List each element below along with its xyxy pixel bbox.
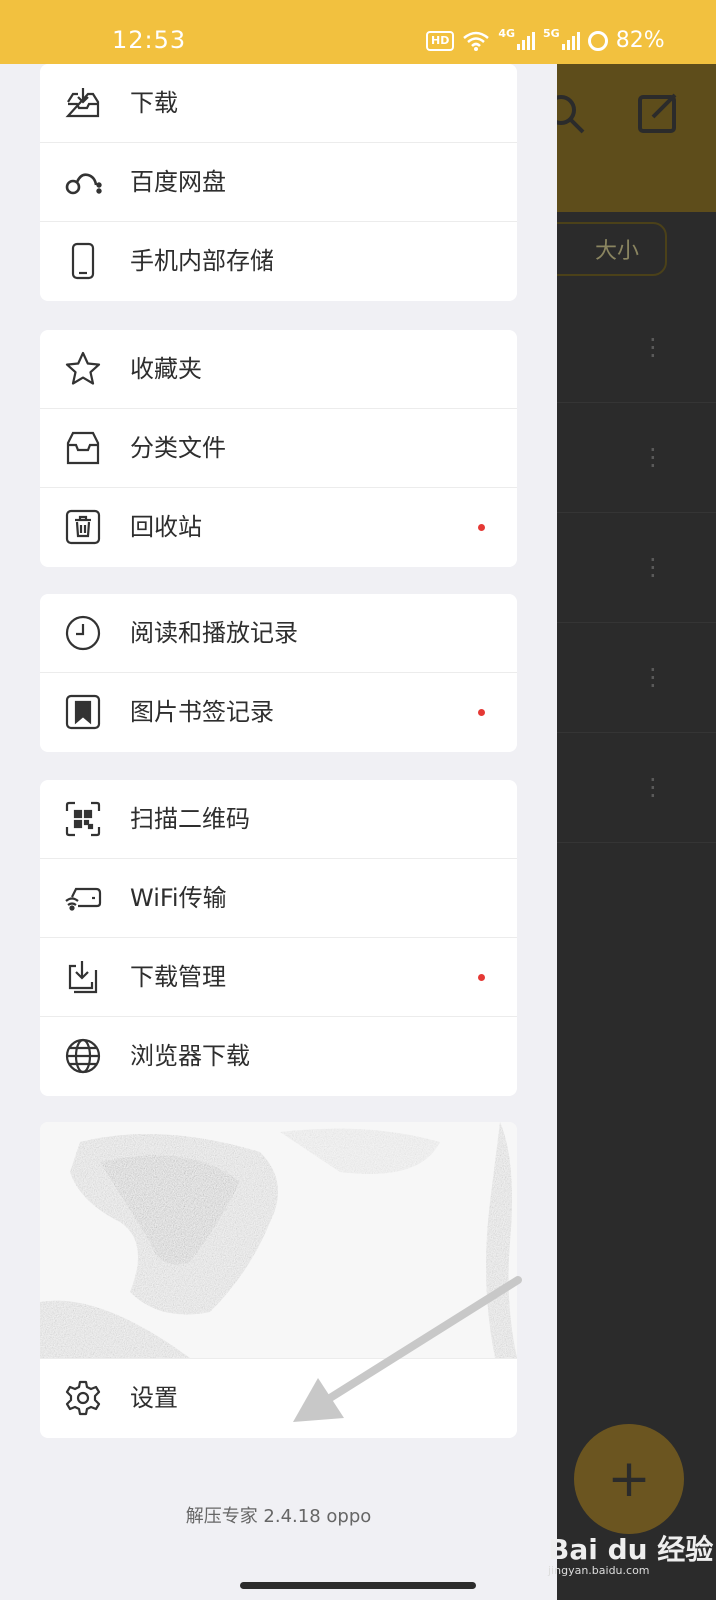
star-icon <box>64 350 102 388</box>
status-icons: HD 4G 5G 82% <box>426 27 665 53</box>
drawer-item-image-bookmarks[interactable]: 图片书签记录 <box>40 673 517 752</box>
trash-icon <box>64 508 102 546</box>
wifi-transfer-icon <box>64 879 102 917</box>
drawer-item-recycle-bin[interactable]: 回收站 <box>40 488 517 567</box>
globe-icon <box>64 1037 102 1075</box>
background-app: 大小 · · · · · · · · · · · · · · · <box>537 64 716 1564</box>
file-row: · · · <box>557 402 716 513</box>
drawer-item-label: 手机内部存储 <box>130 247 274 275</box>
baidu-netdisk-icon <box>64 163 102 201</box>
drawer-group-storage: 下载 百度网盘 手机内部存储 <box>40 64 517 301</box>
signal-bars-icon-2 <box>561 31 580 50</box>
download-tray-icon <box>64 84 102 122</box>
drawer-item-wifi-transfer[interactable]: WiFi传输 <box>40 859 517 938</box>
file-row: · · · <box>557 292 716 403</box>
drawer-item-label: 扫描二维码 <box>130 805 250 833</box>
network-type-5g: 5G <box>543 27 560 40</box>
drawer-group-collections: 收藏夹 分类文件 回收站 <box>40 330 517 567</box>
drawer-item-phone-storage[interactable]: 手机内部存储 <box>40 222 517 301</box>
new-badge-dot <box>478 524 485 531</box>
battery-percent: 82% <box>615 28 665 53</box>
more-icon: · · · <box>649 326 657 370</box>
network-type-4g: 4G <box>498 27 516 40</box>
new-badge-dot <box>478 974 485 981</box>
drawer-group-settings: 设置 <box>40 1122 517 1438</box>
drawer-group-history: 阅读和播放记录 图片书签记录 <box>40 594 517 752</box>
download-manage-icon <box>64 958 102 996</box>
drawer-item-label: 阅读和播放记录 <box>130 619 298 647</box>
drawer-item-label: WiFi传输 <box>130 884 227 912</box>
drawer-item-label: 下载管理 <box>130 963 226 991</box>
file-row: · · · <box>557 622 716 733</box>
drawer-item-favorites[interactable]: 收藏夹 <box>40 330 517 409</box>
file-row: · · · <box>557 732 716 843</box>
drawer-item-label: 分类文件 <box>130 434 226 462</box>
status-time: 12:53 <box>112 26 187 54</box>
more-icon: · · · <box>649 436 657 480</box>
category-box-icon <box>64 429 102 467</box>
drawer-item-download-manager[interactable]: 下载管理 <box>40 938 517 1017</box>
drawer-item-label: 百度网盘 <box>130 168 226 196</box>
app-version: 解压专家 2.4.18 oppo <box>185 1506 372 1527</box>
add-fab-button: + <box>574 1424 684 1534</box>
clock-icon <box>64 614 102 652</box>
drawer-item-read-play-history[interactable]: 阅读和播放记录 <box>40 594 517 673</box>
hd-badge: HD <box>426 30 455 51</box>
wifi-icon <box>463 31 490 51</box>
drawer-item-label: 回收站 <box>130 513 202 541</box>
battery-ring-icon <box>587 30 608 51</box>
drawer-item-label: 设置 <box>130 1384 178 1412</box>
new-badge-dot <box>478 709 485 716</box>
more-icon: · · · <box>649 656 657 700</box>
file-row: · · · <box>557 512 716 623</box>
drawer-item-scan-qr[interactable]: 扫描二维码 <box>40 780 517 859</box>
drawer-item-browser-download[interactable]: 浏览器下载 <box>40 1017 517 1096</box>
edit-icon <box>638 93 677 133</box>
more-icon: · · · <box>649 766 657 810</box>
status-bar: 12:53 HD 4G 5G 82% <box>0 0 716 64</box>
more-icon: · · · <box>649 546 657 590</box>
drawer-item-category-files[interactable]: 分类文件 <box>40 409 517 488</box>
background-header <box>549 64 716 212</box>
watermark-brand: Bai du 经验 <box>548 1533 714 1566</box>
drawer-item-label: 下载 <box>130 89 178 117</box>
home-indicator[interactable] <box>240 1582 476 1589</box>
navigation-drawer: 下载 百度网盘 手机内部存储 收藏夹 分类文件 回收站 阅读和播放记录 图片书签… <box>0 64 557 1564</box>
bookmark-icon <box>64 693 102 731</box>
drawer-item-label: 浏览器下载 <box>130 1042 250 1070</box>
drawer-item-download[interactable]: 下载 <box>40 64 517 143</box>
gear-icon <box>64 1379 102 1417</box>
drawer-item-label: 收藏夹 <box>130 355 202 383</box>
qr-scan-icon <box>64 800 102 838</box>
signal-bars-icon <box>517 31 536 50</box>
drawer-item-baidu-netdisk[interactable]: 百度网盘 <box>40 143 517 222</box>
drawer-item-settings[interactable]: 设置 <box>40 1359 517 1438</box>
drawer-item-label: 图片书签记录 <box>130 698 274 726</box>
watermark: Bai du 经验 jingyan.baidu.com <box>548 1528 713 1577</box>
drawer-group-tools: 扫描二维码 WiFi传输 下载管理 浏览器下载 <box>40 780 517 1096</box>
phone-icon <box>64 242 102 280</box>
banner-image <box>40 1122 517 1359</box>
